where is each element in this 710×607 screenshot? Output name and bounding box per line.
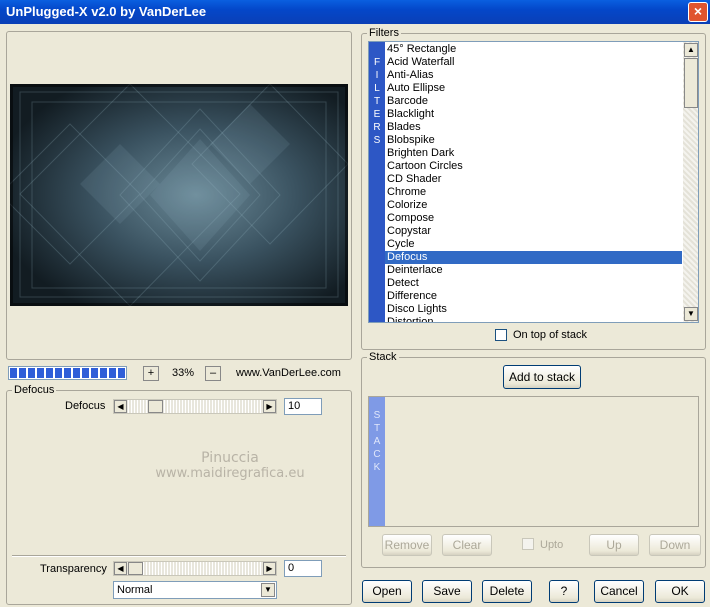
filters-scrollbar[interactable]: ▲ ▼ [683, 42, 698, 322]
divider [12, 555, 346, 557]
stack-tab-letter: K [373, 462, 381, 473]
stack-tab-letter: S [373, 410, 381, 421]
upto-checkbox[interactable] [522, 538, 534, 550]
window-title: UnPlugged-X v2.0 by VanDerLee [6, 4, 207, 19]
preview-image [10, 84, 348, 306]
transparency-label: Transparency [40, 563, 107, 575]
scroll-down-icon[interactable]: ▼ [684, 307, 698, 321]
clear-button[interactable]: Clear [442, 534, 492, 556]
stack-tab-letter: C [373, 449, 381, 460]
watermark-line2: www.maidiregrafica.eu [155, 466, 305, 481]
ok-button[interactable]: OK [655, 580, 705, 603]
filters-tab-letter: R [373, 122, 381, 133]
params-group-label: Defocus [12, 384, 57, 396]
filters-tab-letter: F [373, 57, 381, 68]
transparency-slider[interactable]: ◀ ▶ [113, 561, 277, 576]
on-top-checkbox[interactable] [495, 329, 507, 341]
add-to-stack-button[interactable]: Add to stack [503, 365, 581, 389]
filters-tab-letter: S [373, 135, 381, 146]
filter-list-item[interactable]: Deinterlace [385, 264, 682, 277]
stack-tab-letter: T [373, 423, 381, 434]
defocus-label: Defocus [65, 400, 106, 412]
filters-list-box: FILTERS 45° Rectangle Acid Waterfall Anti-… [368, 41, 699, 323]
filter-list-item[interactable]: Blades [385, 121, 682, 134]
filter-list-item[interactable]: Blacklight [385, 108, 682, 121]
remove-button[interactable]: Remove [382, 534, 432, 556]
close-icon[interactable]: × [688, 2, 708, 22]
delete-button[interactable]: Delete [482, 580, 532, 603]
cancel-button[interactable]: Cancel [594, 580, 644, 603]
filter-list-item[interactable]: Brighten Dark [385, 147, 682, 160]
filters-tab-letter: L [374, 83, 380, 94]
filters-tab-letter: E [373, 109, 381, 120]
watermark: Pinuccia www.maidiregrafica.eu [150, 450, 310, 481]
filter-list-item[interactable]: Distortion [385, 316, 682, 322]
stack-tab-letter: A [373, 436, 381, 447]
chevron-down-icon[interactable]: ▼ [261, 583, 275, 597]
filter-list-item[interactable]: Auto Ellipse [385, 82, 682, 95]
stack-tab-strip: STACK [369, 397, 385, 526]
filter-list-item[interactable]: Cycle [385, 238, 682, 251]
filter-list-item[interactable]: 45° Rectangle [385, 43, 682, 56]
slider-right-arrow-icon[interactable]: ▶ [263, 400, 276, 413]
preview-panel [6, 31, 352, 360]
progress-bar [8, 366, 127, 380]
filter-list-item[interactable]: CD Shader [385, 173, 682, 186]
filters-tab-letter: I [375, 70, 379, 81]
scroll-up-icon[interactable]: ▲ [684, 43, 698, 57]
filters-tab-strip: FILTERS [369, 42, 385, 322]
filter-list-item[interactable]: Blobspike [385, 134, 682, 147]
open-button[interactable]: Open [362, 580, 412, 603]
stack-group-label: Stack [367, 351, 399, 363]
filters-group-label: Filters [367, 27, 401, 39]
filter-list-item[interactable]: Cartoon Circles [385, 160, 682, 173]
filter-list-item[interactable]: Disco Lights [385, 303, 682, 316]
zoom-out-button[interactable]: – [205, 366, 221, 381]
filter-list-item[interactable]: Difference [385, 290, 682, 303]
upto-label: Upto [540, 539, 564, 551]
filter-list-item[interactable]: Barcode [385, 95, 682, 108]
transparency-value-input[interactable]: 0 [284, 560, 322, 577]
help-button[interactable]: ? [549, 580, 579, 603]
filter-list-item[interactable]: Copystar [385, 225, 682, 238]
slider-thumb[interactable] [148, 400, 164, 413]
zoom-in-button[interactable]: + [143, 366, 159, 381]
filter-list-item[interactable]: Colorize [385, 199, 682, 212]
up-button[interactable]: Up [589, 534, 639, 556]
window-title-bar: UnPlugged-X v2.0 by VanDerLee [0, 0, 710, 24]
watermark-line1: Pinuccia [201, 450, 259, 466]
on-top-label: On top of stack [513, 329, 587, 341]
defocus-slider[interactable]: ◀ ▶ [113, 399, 277, 414]
down-button[interactable]: Down [649, 534, 701, 556]
blend-mode-select[interactable]: Normal ▼ [113, 581, 277, 599]
filter-list-item[interactable]: Compose [385, 212, 682, 225]
filter-list-item[interactable]: Acid Waterfall [385, 56, 682, 69]
stack-list-box: STACK [368, 396, 699, 527]
scroll-thumb[interactable] [684, 58, 698, 108]
filter-list-item[interactable]: Detect [385, 277, 682, 290]
filters-list: 45° Rectangle Acid Waterfall Anti-Alias Aut… [385, 43, 682, 322]
filter-list-item[interactable]: Anti-Alias [385, 69, 682, 82]
zoom-value: 33% [171, 367, 195, 379]
blend-mode-value: Normal [117, 584, 153, 596]
slider-left-arrow-icon[interactable]: ◀ [114, 400, 127, 413]
slider-thumb[interactable] [128, 562, 143, 575]
filter-list-item[interactable]: Defocus [385, 251, 682, 264]
defocus-value-input[interactable]: 10 [284, 398, 322, 415]
website-link[interactable]: www.VanDerLee.com [236, 367, 341, 379]
slider-left-arrow-icon[interactable]: ◀ [114, 562, 127, 575]
filter-list-item[interactable]: Chrome [385, 186, 682, 199]
filters-tab-letter: T [373, 96, 381, 107]
save-button[interactable]: Save [422, 580, 472, 603]
slider-right-arrow-icon[interactable]: ▶ [263, 562, 276, 575]
